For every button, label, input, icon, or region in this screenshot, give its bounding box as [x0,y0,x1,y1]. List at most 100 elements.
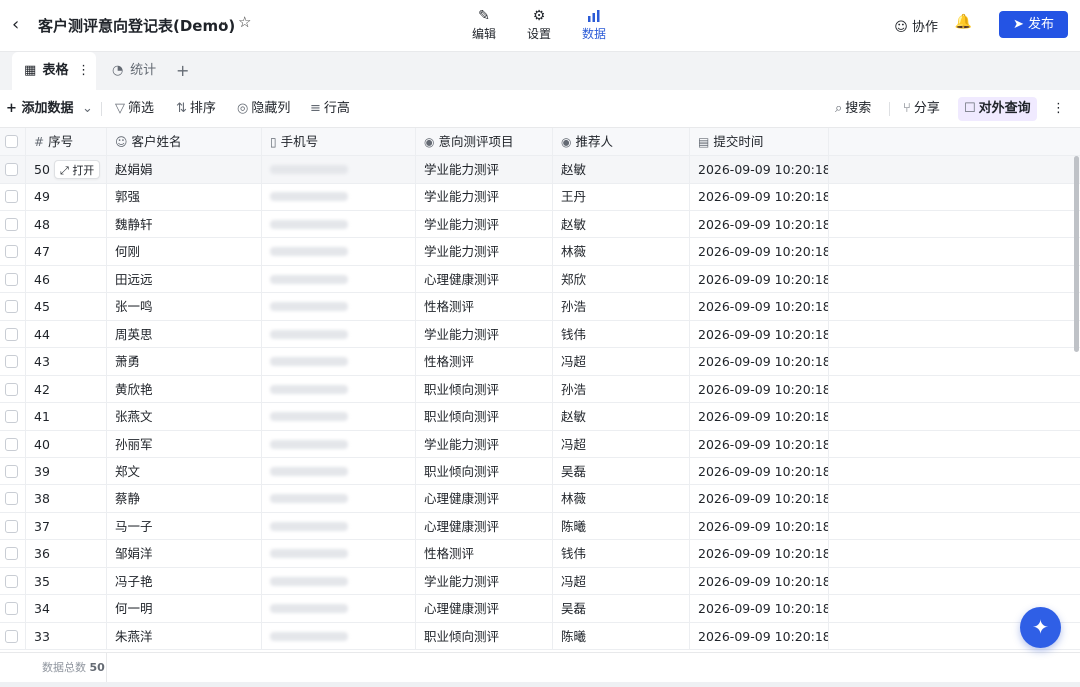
bell-icon[interactable]: 🔔 [955,14,972,30]
cell-referrer[interactable]: 冯超 [553,430,690,457]
cell-phone[interactable] [262,485,416,512]
cell-referrer[interactable]: 冯超 [553,567,690,595]
row-checkbox[interactable] [0,348,26,375]
row-checkbox[interactable] [0,156,26,183]
cell-name[interactable]: 赵娟娟 [107,156,262,183]
chevron-down-icon[interactable]: ⌄ [218,14,229,29]
table-row[interactable]: 40 孙丽军 学业能力测评 冯超 2026-09-09 10:20:18 [0,430,1080,458]
table-row[interactable]: 34 何一明 心理健康测评 吴磊 2026-09-09 10:20:18 [0,595,1080,623]
cell-time[interactable]: 2026-09-09 10:20:18 [690,183,829,210]
cell-phone[interactable] [262,457,416,485]
cell-name[interactable]: 田远远 [107,265,262,293]
cell-item[interactable]: 学业能力测评 [416,156,553,183]
table-row[interactable]: 48 魏静轩 学业能力测评 赵敏 2026-09-09 10:20:18 [0,210,1080,239]
cell-referrer[interactable]: 陈曦 [553,512,690,540]
cell-time[interactable]: 2026-09-09 10:20:18 [690,540,829,567]
cell-item[interactable]: 学业能力测评 [416,210,553,238]
row-checkbox[interactable] [0,540,26,567]
table-row[interactable]: 45 张一鸣 性格测评 孙浩 2026-09-09 10:20:18 [0,293,1080,321]
row-checkbox[interactable] [0,403,26,430]
cell-item[interactable]: 性格测评 [416,348,553,375]
row-checkbox[interactable] [0,238,26,265]
cell-name[interactable]: 邹娟洋 [107,540,262,567]
row-checkbox[interactable] [0,183,26,210]
cell-name[interactable]: 郑文 [107,457,262,485]
cell-name[interactable]: 周英思 [107,320,262,348]
cell-time[interactable]: 2026-09-09 10:20:18 [690,595,829,622]
cell-name[interactable]: 何刚 [107,238,262,265]
cell-time[interactable]: 2026-09-09 10:20:18 [690,457,829,485]
more-vertical-icon[interactable]: ⋮ [1052,90,1065,128]
back-arrow-icon[interactable]: ‹ [12,14,30,36]
select-all-checkbox[interactable] [0,128,26,155]
row-checkbox[interactable] [0,512,26,540]
cell-phone[interactable] [262,595,416,622]
cell-name[interactable]: 朱燕洋 [107,622,262,650]
view-tab-stats[interactable]: ◔ 统计 [100,52,168,90]
cell-name[interactable]: 萧勇 [107,348,262,375]
table-row[interactable]: 47 何刚 学业能力测评 林薇 2026-09-09 10:20:18 [0,238,1080,266]
cell-phone[interactable] [262,622,416,650]
row-checkbox[interactable] [0,457,26,485]
cell-time[interactable]: 2026-09-09 10:20:18 [690,567,829,595]
row-checkbox[interactable] [0,430,26,457]
cell-item[interactable]: 心理健康测评 [416,595,553,622]
scrollbar-thumb[interactable] [1074,156,1079,352]
cell-phone[interactable] [262,183,416,210]
cell-time[interactable]: 2026-09-09 10:20:18 [690,375,829,403]
cell-referrer[interactable]: 赵敏 [553,403,690,430]
row-checkbox[interactable] [0,210,26,238]
cell-time[interactable]: 2026-09-09 10:20:18 [690,348,829,375]
cell-referrer[interactable]: 钱伟 [553,320,690,348]
star-icon[interactable]: ☆ [238,13,251,31]
cell-phone[interactable] [262,265,416,293]
row-checkbox[interactable] [0,485,26,512]
cell-time[interactable]: 2026-09-09 10:20:18 [690,156,829,183]
cell-phone[interactable] [262,375,416,403]
cell-item[interactable]: 心理健康测评 [416,512,553,540]
cell-phone[interactable] [262,403,416,430]
cell-item[interactable]: 职业倾向测评 [416,403,553,430]
cell-time[interactable]: 2026-09-09 10:20:18 [690,238,829,265]
cell-phone[interactable] [262,320,416,348]
cell-name[interactable]: 郭强 [107,183,262,210]
add-view-icon[interactable]: + [176,52,189,90]
table-row[interactable]: 49 郭强 学业能力测评 王丹 2026-09-09 10:20:18 [0,183,1080,211]
cell-time[interactable]: 2026-09-09 10:20:18 [690,485,829,512]
sort-button[interactable]: ⇅ 排序 [176,90,216,128]
column-header-item[interactable]: ◉ 意向测评项目 [416,128,553,155]
cell-item[interactable]: 学业能力测评 [416,430,553,457]
cell-item[interactable]: 学业能力测评 [416,183,553,210]
cell-phone[interactable] [262,293,416,320]
cell-referrer[interactable]: 郑欣 [553,265,690,293]
tab-edit[interactable]: ✎ 编辑 [464,6,504,52]
cell-phone[interactable] [262,567,416,595]
view-tab-table[interactable]: ▦ 表格 ⋮ [12,52,96,90]
cell-time[interactable]: 2026-09-09 10:20:18 [690,265,829,293]
tab-data[interactable]: 数据 [574,6,614,54]
cell-time[interactable]: 2026-09-09 10:20:18 [690,403,829,430]
column-header-no[interactable]: # 序号 [26,128,107,155]
cell-name[interactable]: 孙丽军 [107,430,262,457]
cell-referrer[interactable]: 孙浩 [553,293,690,320]
cell-item[interactable]: 心理健康测评 [416,485,553,512]
collaborate-button[interactable]: ☺ 协作 [894,16,938,35]
cell-item[interactable]: 职业倾向测评 [416,457,553,485]
row-checkbox[interactable] [0,567,26,595]
ai-assistant-button[interactable]: ✦ [1020,607,1061,648]
cell-referrer[interactable]: 赵敏 [553,156,690,183]
cell-phone[interactable] [262,210,416,238]
cell-item[interactable]: 职业倾向测评 [416,375,553,403]
cell-referrer[interactable]: 孙浩 [553,375,690,403]
row-checkbox[interactable] [0,375,26,403]
table-row[interactable]: 41 张燕文 职业倾向测评 赵敏 2026-09-09 10:20:18 [0,403,1080,431]
cell-referrer[interactable]: 吴磊 [553,457,690,485]
external-query-button[interactable]: ☐ 对外查询 [958,97,1037,121]
cell-phone[interactable] [262,512,416,540]
cell-item[interactable]: 学业能力测评 [416,567,553,595]
cell-referrer[interactable]: 赵敏 [553,210,690,238]
cell-name[interactable]: 张燕文 [107,403,262,430]
table-row[interactable]: 35 冯子艳 学业能力测评 冯超 2026-09-09 10:20:18 [0,567,1080,596]
cell-referrer[interactable]: 吴磊 [553,595,690,622]
cell-time[interactable]: 2026-09-09 10:20:18 [690,622,829,650]
